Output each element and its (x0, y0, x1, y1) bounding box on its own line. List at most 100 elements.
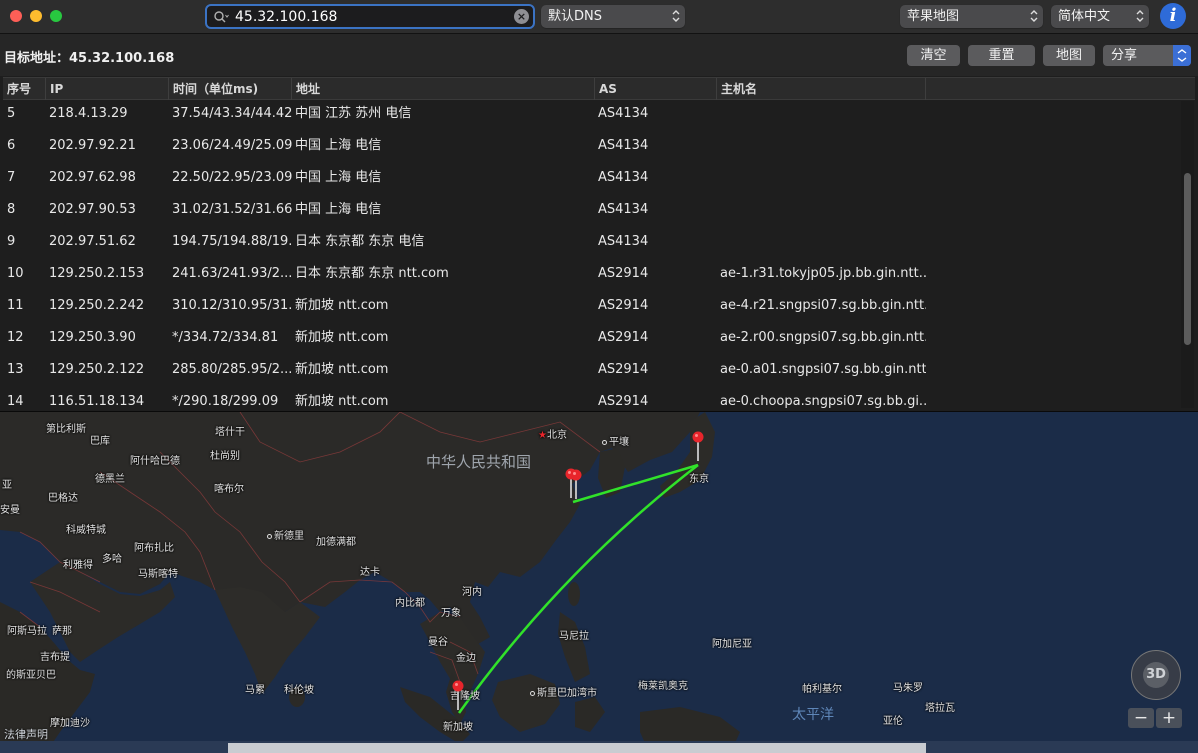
cell-ip: 218.4.13.29 (49, 106, 128, 121)
table-row[interactable]: 5 218.4.13.29 37.54/43.34/44.42 中国 江苏 苏州 电信… (3, 103, 1179, 135)
cell-no: 6 (7, 138, 16, 153)
reset-button[interactable]: 重置 (968, 45, 1035, 66)
cell-host: ae-2.r00.sngpsi07.sg.bb.gin.ntt... (720, 330, 926, 345)
cell-addr: 日本 东京都 东京 电信 (295, 234, 425, 249)
table-scrollbar[interactable] (1181, 101, 1194, 408)
cell-host (720, 167, 926, 199)
col-header-no[interactable]: 序号 (3, 78, 46, 100)
cell-addr: 新加坡 ntt.com (295, 362, 389, 377)
zoom-out-button[interactable]: − (1128, 708, 1154, 728)
target-address-label: 目标地址：45.32.100.168 (4, 51, 175, 66)
cell-ip: 202.97.90.53 (49, 202, 136, 217)
table-row[interactable]: 9 202.97.51.62 194.75/194.88/19... 日本 东京都 东… (3, 231, 1179, 263)
location-pin-icon[interactable] (451, 680, 465, 710)
table-row[interactable]: 7 202.97.62.98 22.50/22.95/23.09 中国 上海 电信 AS… (3, 167, 1179, 199)
cell-time: 22.50/22.95/23.09 (172, 170, 292, 185)
cell-no: 7 (7, 170, 16, 185)
map-label-mogadishu: 摩加迪沙 (50, 718, 90, 729)
close-window-button[interactable] (10, 10, 22, 22)
cell-time: */290.18/299.09 (172, 394, 279, 408)
map-label-amman: 安曼 (0, 505, 20, 516)
cell-as: AS2914 (598, 330, 649, 345)
cell-addr: 中国 江苏 苏州 电信 (295, 106, 412, 121)
table-row[interactable]: 10 129.250.2.153 241.63/241.93/2... 日本 东京都 … (3, 263, 1179, 295)
map-provider-select[interactable]: 苹果地图 (900, 5, 1043, 28)
col-header-hostname[interactable]: 主机名 (717, 78, 926, 100)
map-label-kuwait: 科威特城 (66, 525, 106, 536)
zoom-in-button[interactable]: + (1156, 708, 1182, 728)
cell-no: 9 (7, 234, 16, 249)
map-label-kathmandu: 加德满都 (316, 537, 356, 548)
map-label-djibouti: 吉布提 (40, 652, 70, 663)
cell-host: ae-4.r21.sngpsi07.sg.bb.gin.ntt... (720, 298, 926, 313)
cell-ip: 202.97.92.21 (49, 138, 136, 153)
cell-as: AS4134 (598, 106, 649, 121)
map-label-melekeok: 梅莱凯奥克 (638, 681, 688, 692)
cell-as: AS2914 (598, 266, 649, 281)
table-row[interactable]: 6 202.97.92.21 23.06/24.49/25.09 中国 上海 电信 AS… (3, 135, 1179, 167)
map-label-hanoi: 河内 (462, 587, 482, 598)
map-label-bangkok: 曼谷 (428, 637, 448, 648)
cell-host (720, 199, 926, 231)
cell-time: 241.63/241.93/2... (172, 266, 292, 281)
table-row[interactable]: 14 116.51.18.134 */290.18/299.09 新加坡 ntt.co… (3, 391, 1179, 408)
location-pin-icon[interactable] (569, 469, 583, 499)
cell-as: AS2914 (598, 298, 649, 313)
cell-as: AS4134 (598, 202, 649, 217)
target-bar: 目标地址：45.32.100.168 清空 重置 地图 分享 (0, 34, 1198, 76)
col-header-address[interactable]: 地址 (292, 78, 595, 100)
map-label-baku: 巴库 (90, 436, 110, 447)
map-label-addis: 的斯亚贝巴 (6, 670, 56, 681)
maximize-window-button[interactable] (50, 10, 62, 22)
map-label-baghdad: 巴格达 (48, 493, 78, 504)
col-header-time[interactable]: 时间（单位ms) (169, 78, 292, 100)
cell-ip: 202.97.51.62 (49, 234, 136, 249)
cell-as: AS4134 (598, 234, 649, 249)
map-label-dushanbe: 杜尚别 (210, 451, 240, 462)
map-label-china: 中华人民共和国 (426, 453, 532, 471)
cell-addr: 中国 上海 电信 (295, 138, 382, 153)
scrollbar-thumb[interactable] (1184, 173, 1191, 345)
table-row[interactable]: 11 129.250.2.242 310.12/310.95/31... 新加坡 nt… (3, 295, 1179, 327)
cell-ip: 129.250.2.242 (49, 298, 145, 313)
info-icon[interactable]: i (1160, 3, 1186, 29)
cell-ip: 129.250.2.122 (49, 362, 145, 377)
minimize-window-button[interactable] (30, 10, 42, 22)
cell-no: 8 (7, 202, 16, 217)
map-label-colombo: 科伦坡 (284, 685, 314, 696)
search-box[interactable]: × (205, 4, 535, 29)
location-pin-icon[interactable] (691, 431, 705, 461)
map-label-majuro: 马朱罗 (893, 683, 923, 694)
language-select[interactable]: 简体中文 (1051, 5, 1149, 28)
compass-control[interactable]: 3D (1131, 650, 1181, 700)
map-label-doha: 多哈 (102, 554, 122, 565)
table-row[interactable]: 8 202.97.90.53 31.02/31.52/31.66 中国 上海 电信 AS… (3, 199, 1179, 231)
cell-time: 310.12/310.95/31... (172, 298, 292, 313)
dns-select[interactable]: 默认DNS (541, 5, 685, 28)
map-label-tarawa: 塔拉瓦 (925, 703, 955, 714)
col-header-ip[interactable]: IP (46, 78, 169, 100)
table-row[interactable]: 12 129.250.3.90 */334.72/334.81 新加坡 ntt.com… (3, 327, 1179, 359)
share-label: 分享 (1111, 48, 1138, 63)
3d-toggle[interactable]: 3D (1143, 662, 1169, 688)
col-header-as[interactable]: AS (595, 78, 717, 100)
route-map[interactable]: 中华人民共和国 太平洋 ★北京 平壤 东京 第比利斯 巴库 塔什干 阿什哈巴德 … (0, 411, 1198, 753)
language-label: 简体中文 (1058, 9, 1111, 24)
cell-ip: 129.250.3.90 (49, 330, 136, 345)
map-label-riyadh: 利雅得 (63, 560, 93, 571)
cell-time: 23.06/24.49/25.09 (172, 138, 292, 153)
map-provider-label: 苹果地图 (907, 9, 960, 24)
legal-link[interactable]: 法律声明 (4, 726, 48, 742)
map-label-kabul: 喀布尔 (214, 484, 244, 495)
share-button[interactable]: 分享 (1103, 45, 1191, 66)
cell-addr: 中国 上海 电信 (295, 202, 382, 217)
cell-as: AS4134 (598, 170, 649, 185)
clear-search-icon[interactable]: × (514, 9, 529, 24)
map-button[interactable]: 地图 (1043, 45, 1095, 66)
search-input[interactable] (235, 7, 511, 27)
clear-button[interactable]: 清空 (907, 45, 960, 66)
dns-select-label: 默认DNS (548, 9, 602, 24)
search-icon (214, 11, 229, 23)
map-label-newdelhi: 新德里 (267, 527, 304, 542)
table-row[interactable]: 13 129.250.2.122 285.80/285.95/2... 新加坡 ntt… (3, 359, 1179, 391)
